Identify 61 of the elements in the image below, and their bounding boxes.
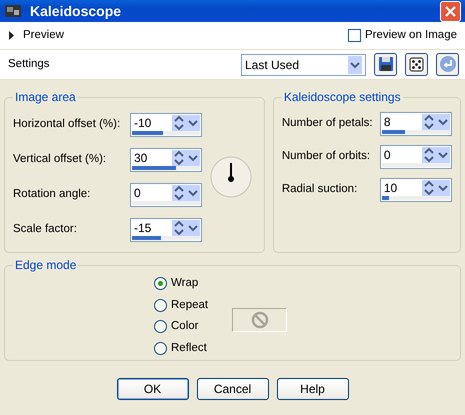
reset-button[interactable] bbox=[436, 53, 459, 76]
spin-arrows-icon[interactable] bbox=[172, 150, 186, 166]
chevron-icon[interactable] bbox=[186, 114, 200, 130]
color-swatch[interactable] bbox=[232, 308, 288, 332]
chevron-icon bbox=[348, 56, 362, 74]
rotation-dial[interactable] bbox=[210, 156, 252, 198]
preset-dropdown[interactable]: Last Used bbox=[241, 54, 366, 76]
dialog-button[interactable]: OK bbox=[116, 378, 188, 400]
checkbox[interactable] bbox=[348, 29, 361, 42]
app-icon bbox=[4, 4, 22, 18]
spin-arrows-icon[interactable] bbox=[172, 114, 186, 130]
settings-label: Settings bbox=[8, 56, 50, 72]
chevron-icon[interactable] bbox=[186, 220, 200, 236]
radio-option[interactable]: Repeat bbox=[154, 294, 208, 316]
field-label: Horizontal offset (%): bbox=[13, 116, 122, 132]
spin-field[interactable]: 0 bbox=[380, 144, 452, 168]
spin-field[interactable]: -15 bbox=[130, 218, 202, 242]
field-label: Radial suction: bbox=[282, 182, 358, 197]
spin-arrows-icon[interactable] bbox=[422, 146, 436, 162]
group-title: Image area bbox=[14, 91, 77, 103]
radio-option[interactable]: Reflect bbox=[154, 338, 208, 359]
field-label: Number of orbits: bbox=[282, 148, 372, 164]
spin-field[interactable]: -10 bbox=[130, 112, 202, 136]
spin-arrows-icon[interactable] bbox=[172, 220, 186, 236]
field-label: Vertical offset (%): bbox=[13, 152, 108, 167]
spin-field[interactable]: 8 bbox=[380, 112, 452, 136]
value-input[interactable]: -15 bbox=[132, 220, 172, 236]
value-input[interactable]: -10 bbox=[132, 114, 172, 130]
window-title: Kaleidoscope bbox=[30, 2, 122, 21]
chevron-icon[interactable] bbox=[186, 150, 200, 166]
field-label: Rotation angle: bbox=[13, 186, 92, 202]
dialog-button[interactable]: Cancel bbox=[196, 378, 268, 400]
field-label: Number of petals: bbox=[282, 116, 374, 131]
spin-arrows-icon[interactable] bbox=[172, 184, 186, 200]
chevron-icon[interactable] bbox=[436, 180, 450, 196]
chevron-icon[interactable] bbox=[186, 184, 200, 200]
dialog-button[interactable]: Help bbox=[276, 378, 348, 400]
no-entry-icon bbox=[250, 311, 269, 329]
save-button[interactable] bbox=[374, 53, 397, 76]
group-title: Edge mode bbox=[14, 259, 78, 271]
value-input[interactable]: 10 bbox=[382, 180, 422, 196]
value-input[interactable]: 0 bbox=[132, 184, 172, 200]
preview-toggle[interactable]: Preview bbox=[8, 26, 64, 44]
dice-button[interactable] bbox=[405, 53, 428, 76]
field-label: Scale factor: bbox=[13, 222, 78, 237]
value-input[interactable]: 0 bbox=[382, 146, 422, 162]
spin-field[interactable]: 0 bbox=[130, 182, 202, 206]
radio-option[interactable]: Color bbox=[154, 316, 208, 338]
spin-arrows-icon[interactable] bbox=[422, 180, 436, 196]
value-input[interactable]: 8 bbox=[382, 114, 422, 130]
close-icon bbox=[445, 6, 456, 16]
value-input[interactable]: 30 bbox=[132, 150, 172, 166]
chevron-icon[interactable] bbox=[436, 114, 450, 130]
spin-field[interactable]: 30 bbox=[130, 148, 202, 172]
checkbox-label[interactable]: Preview on Image bbox=[364, 26, 457, 44]
chevron-icon[interactable] bbox=[436, 146, 450, 162]
spin-field[interactable]: 10 bbox=[380, 178, 452, 202]
group-title: Kaleidoscope settings bbox=[282, 91, 402, 103]
close-button[interactable] bbox=[440, 0, 461, 22]
spin-arrows-icon[interactable] bbox=[422, 114, 436, 130]
radio-option[interactable]: Wrap bbox=[154, 273, 208, 294]
